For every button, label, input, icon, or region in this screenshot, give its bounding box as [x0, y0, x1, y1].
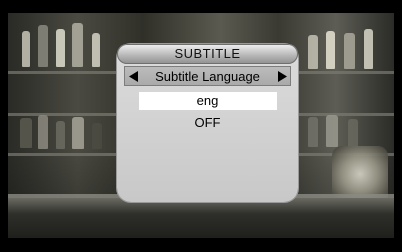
setting-label: Subtitle Language: [155, 68, 260, 84]
subtitle-language-selector[interactable]: Subtitle Language: [124, 66, 291, 86]
background-counter: [8, 198, 394, 238]
language-option-eng[interactable]: eng: [138, 92, 277, 110]
background-bottle: [92, 33, 100, 67]
triangle-right-icon[interactable]: [277, 69, 287, 83]
background-bottle: [56, 121, 65, 149]
background-bottle: [20, 118, 32, 148]
background-bottle: [22, 31, 30, 67]
language-option-off[interactable]: OFF: [139, 114, 277, 132]
background-bottle: [308, 117, 318, 147]
triangle-left-icon[interactable]: [128, 69, 138, 83]
background-bottle: [56, 29, 65, 67]
background-bottle: [72, 117, 84, 149]
background-bottle: [38, 25, 48, 67]
background-bottle: [72, 23, 83, 67]
osd-title: SUBTITLE: [117, 44, 298, 64]
background-bottle: [364, 29, 373, 69]
background-bottle: [348, 119, 358, 147]
background-bottle: [326, 31, 335, 69]
language-options-list: eng OFF: [117, 92, 298, 136]
background-bottle: [326, 115, 338, 147]
subtitle-osd-panel: SUBTITLE Subtitle Language eng OFF: [117, 44, 298, 202]
background-bottle: [92, 123, 102, 149]
background-bottle: [344, 33, 355, 69]
background-bottle: [308, 35, 318, 69]
background-bottle: [38, 115, 48, 149]
